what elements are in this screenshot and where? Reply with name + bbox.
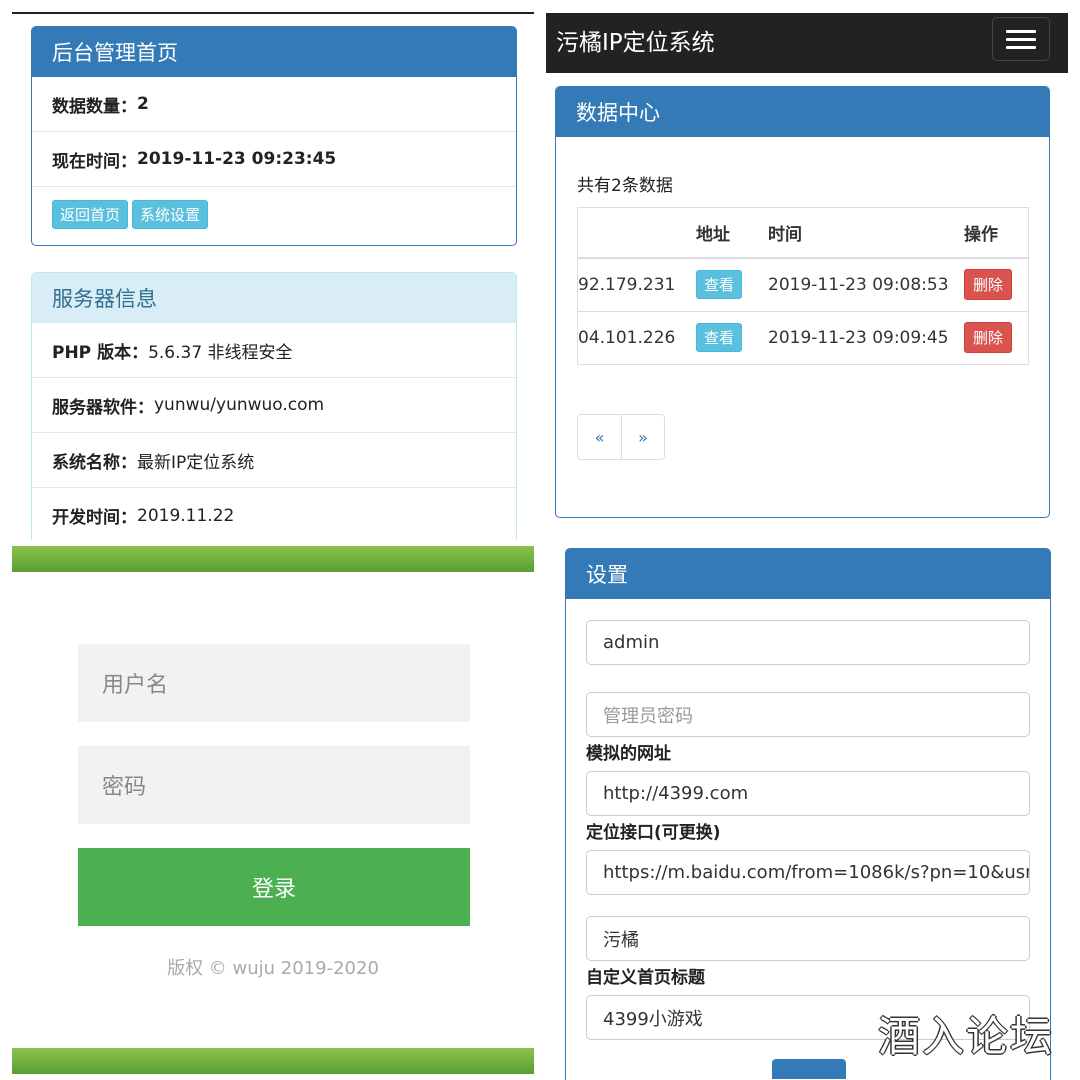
view-button[interactable]: 查看 <box>696 270 743 300</box>
green-header-bar <box>12 546 534 572</box>
delete-button[interactable]: 删除 <box>964 269 1013 301</box>
copyright-text: 版权 © wuju 2019-2020 <box>167 958 379 979</box>
column-header <box>578 208 696 259</box>
view-button[interactable]: 查看 <box>696 323 743 352</box>
time-cell: 2019-11-23 09:09:45 <box>768 311 964 365</box>
server-info-row: 系统名称： 最新IP定位系统 <box>32 433 516 488</box>
column-header: 时间 <box>768 208 964 259</box>
data-count-value: 2 <box>137 94 149 114</box>
data-summary: 共有2条数据 <box>577 176 673 196</box>
admin-username-input[interactable]: admin <box>586 620 1030 665</box>
green-footer-bar <box>12 1048 534 1074</box>
server-info-label: 服务器软件： <box>52 397 154 418</box>
settings-panel: 设置 admin 管理员密码 模拟的网址 http://4399.com 定位接… <box>565 548 1051 1080</box>
server-info-label: 系统名称： <box>52 452 137 473</box>
admin-home-panel: 后台管理首页 数据数量： 2 现在时间： 2019-11-23 09:23:45… <box>31 26 517 246</box>
watermark-text: 酒入论坛 <box>877 1012 1054 1061</box>
admin-actions-row: 返回首页 系统设置 <box>32 187 516 242</box>
admin-dashboard-screenshot: 后台管理首页 数据数量： 2 现在时间： 2019-11-23 09:23:45… <box>0 0 540 540</box>
server-info-value: yunwu/yunwuo.com <box>154 395 325 415</box>
now-time-value: 2019-11-23 09:23:45 <box>137 149 337 169</box>
system-settings-button[interactable]: 系统设置 <box>132 200 209 229</box>
data-table: 地址 时间 操作 92.179.231 查看 2019-11-23 09:08:… <box>578 208 1028 365</box>
server-info-value: 最新IP定位系统 <box>137 452 255 473</box>
hamburger-menu-icon[interactable] <box>992 17 1050 61</box>
api-url-input[interactable]: https://m.baidu.com/from=1086k/s?pn=10&u… <box>586 850 1030 895</box>
ip-cell: 92.179.231 <box>578 258 696 312</box>
login-button[interactable]: 登录 <box>78 848 470 926</box>
server-info-value: 5.6.37 非线程安全 <box>148 342 293 363</box>
settings-title: 设置 <box>566 549 1050 599</box>
data-center-panel: 数据中心 共有2条数据 地址 时间 操作 92.179.231 查看 2019-… <box>555 86 1050 518</box>
column-header: 地址 <box>696 208 768 259</box>
data-table-wrap: 地址 时间 操作 92.179.231 查看 2019-11-23 09:08:… <box>577 207 1029 365</box>
admin-password-input[interactable]: 管理员密码 <box>586 692 1030 737</box>
ip-cell: 04.101.226 <box>578 311 696 365</box>
top-divider <box>12 12 534 14</box>
column-header: 操作 <box>964 208 1028 259</box>
view-cell: 查看 <box>696 258 768 312</box>
time-cell: 2019-11-23 09:08:53 <box>768 258 964 312</box>
now-time-label: 现在时间： <box>52 151 137 172</box>
server-info-label: PHP 版本： <box>52 342 149 363</box>
pagination: « » <box>577 414 665 460</box>
navbar-brand[interactable]: 污橘IP定位系统 <box>556 23 715 57</box>
data-count-label: 数据数量： <box>52 96 137 117</box>
server-info-row: 开发时间： 2019.11.22 <box>32 488 516 540</box>
view-cell: 查看 <box>696 311 768 365</box>
mock-url-label: 模拟的网址 <box>586 744 671 764</box>
password-input[interactable]: 密码 <box>78 746 470 824</box>
data-center-screenshot: 污橘IP定位系统 数据中心 共有2条数据 地址 时间 操作 92.179.231… <box>540 0 1080 540</box>
settings-screenshot: 设置 admin 管理员密码 模拟的网址 http://4399.com 定位接… <box>540 540 1080 1080</box>
table-row: 04.101.226 查看 2019-11-23 09:09:45 删除 <box>578 311 1028 365</box>
prev-page-button[interactable]: « <box>578 415 621 459</box>
navbar: 污橘IP定位系统 <box>546 13 1068 73</box>
table-header-row: 地址 时间 操作 <box>578 208 1028 259</box>
server-info-value: 2019.11.22 <box>137 505 235 526</box>
api-url-label: 定位接口(可更换) <box>586 823 721 843</box>
save-button[interactable] <box>772 1059 846 1079</box>
server-info-label: 开发时间： <box>52 508 137 528</box>
mock-url-input[interactable]: http://4399.com <box>586 771 1030 816</box>
data-count-row: 数据数量： 2 <box>32 77 516 132</box>
delete-button[interactable]: 删除 <box>964 322 1013 353</box>
home-title-label: 自定义首页标题 <box>586 968 705 988</box>
username-input[interactable]: 用户名 <box>78 644 470 722</box>
server-info-row: PHP 版本： 5.6.37 非线程安全 <box>32 323 516 378</box>
admin-home-title: 后台管理首页 <box>32 27 516 77</box>
server-info-title: 服务器信息 <box>32 273 516 323</box>
next-page-button[interactable]: » <box>621 415 664 459</box>
server-info-row: 服务器软件： yunwu/yunwuo.com <box>32 378 516 433</box>
server-info-panel: 服务器信息 PHP 版本： 5.6.37 非线程安全 服务器软件： yunwu/… <box>31 272 517 540</box>
site-name-input[interactable]: 污橘 <box>586 916 1030 961</box>
delete-cell: 删除 <box>964 258 1028 312</box>
back-home-button[interactable]: 返回首页 <box>52 200 129 229</box>
now-time-row: 现在时间： 2019-11-23 09:23:45 <box>32 132 516 187</box>
table-row: 92.179.231 查看 2019-11-23 09:08:53 删除 <box>578 258 1028 312</box>
data-center-title: 数据中心 <box>556 87 1049 137</box>
login-screenshot: 用户名 密码 登录 版权 © wuju 2019-2020 <box>0 540 540 1080</box>
delete-cell: 删除 <box>964 311 1028 365</box>
